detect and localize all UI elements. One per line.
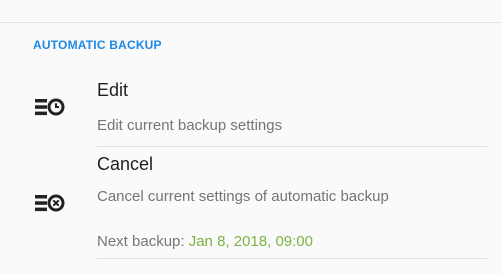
edit-backup-item[interactable]: Edit Edit current backup settings <box>0 70 501 147</box>
backup-cancel-icon <box>35 194 65 212</box>
next-backup-info: Next backup: Jan 8, 2018, 09:00 <box>97 233 313 250</box>
edit-title: Edit <box>97 80 129 100</box>
cancel-backup-item[interactable]: Cancel Cancel current settings of automa… <box>0 147 501 260</box>
automatic-backup-screen: AUTOMATIC BACKUP Edit Edit current backu… <box>0 0 501 274</box>
next-backup-date: Jan 8, 2018, 09:00 <box>188 233 313 250</box>
item-divider <box>97 258 487 259</box>
section-header: AUTOMATIC BACKUP <box>33 38 162 52</box>
cancel-title: Cancel <box>97 154 154 174</box>
top-divider <box>0 22 501 23</box>
backup-edit-icon <box>35 98 65 116</box>
cancel-subtitle: Cancel current settings of automatic bac… <box>97 188 389 205</box>
next-backup-label: Next backup: <box>97 233 189 250</box>
edit-subtitle: Edit current backup settings <box>97 117 283 134</box>
